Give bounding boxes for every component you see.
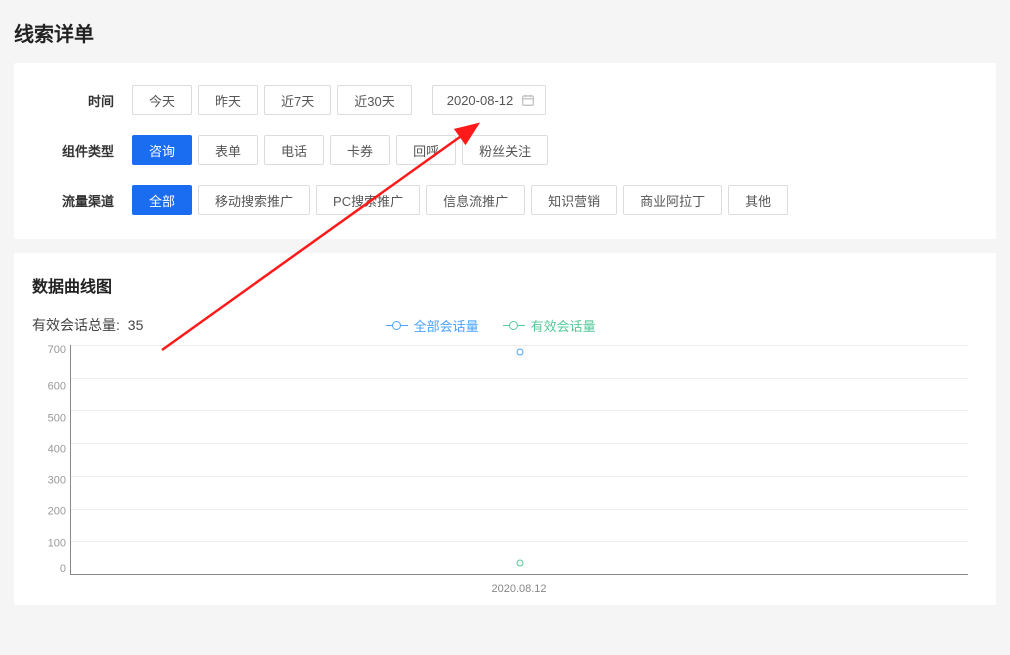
legend-label-all: 全部会话量 xyxy=(414,316,479,335)
summary-value: 35 xyxy=(128,317,144,333)
opt-time-yesterday[interactable]: 昨天 xyxy=(198,85,258,115)
chart-panel: 数据曲线图 有效会话总量: 35 全部会话量 有效会话量 70060050040… xyxy=(14,253,996,605)
chart-area: 7006005004003002001000 2020.08.12 xyxy=(70,345,968,595)
gridline xyxy=(71,378,968,379)
opt-ch-feed[interactable]: 信息流推广 xyxy=(426,185,525,215)
opt-comp-phone[interactable]: 电话 xyxy=(264,135,324,165)
opt-time-7d[interactable]: 近7天 xyxy=(264,85,331,115)
opt-ch-knowledge[interactable]: 知识营销 xyxy=(531,185,617,215)
opt-comp-card[interactable]: 卡券 xyxy=(330,135,390,165)
summary: 有效会话总量: 35 xyxy=(32,315,143,335)
legend-all[interactable]: 全部会话量 xyxy=(386,316,479,335)
filter-label-channel: 流量渠道 xyxy=(42,191,114,210)
gridline xyxy=(71,345,968,346)
y-tick: 200 xyxy=(32,507,66,518)
gridline xyxy=(71,541,968,542)
x-tick-0: 2020.08.12 xyxy=(491,583,546,595)
y-tick: 400 xyxy=(32,444,66,455)
y-tick: 500 xyxy=(32,413,66,424)
opt-ch-aladdin[interactable]: 商业阿拉丁 xyxy=(623,185,722,215)
calendar-icon xyxy=(521,93,535,107)
opt-comp-callback[interactable]: 回呼 xyxy=(396,135,456,165)
opt-time-30d[interactable]: 近30天 xyxy=(337,85,411,115)
filter-label-time: 时间 xyxy=(42,91,114,110)
y-axis: 700 600 500 400 300 200 100 0 xyxy=(32,345,66,575)
gridline xyxy=(71,476,968,477)
opt-ch-all[interactable]: 全部 xyxy=(132,185,192,215)
legend-label-valid: 有效会话量 xyxy=(531,316,596,335)
filter-row-channel: 流量渠道 全部 移动搜索推广 PC搜索推广 信息流推广 知识营销 商业阿拉丁 其… xyxy=(42,185,968,215)
data-point xyxy=(516,348,523,355)
opt-ch-mobile[interactable]: 移动搜索推广 xyxy=(198,185,310,215)
legend-marker-all xyxy=(386,320,408,330)
y-tick: 100 xyxy=(32,538,66,549)
legend-valid[interactable]: 有效会话量 xyxy=(503,316,596,335)
y-tick: 600 xyxy=(32,382,66,393)
y-tick: 0 xyxy=(32,564,66,575)
legend: 全部会话量 有效会话量 xyxy=(386,316,596,335)
date-picker[interactable]: 2020-08-12 xyxy=(432,85,547,115)
opt-ch-pc[interactable]: PC搜索推广 xyxy=(316,185,420,215)
filter-label-component: 组件类型 xyxy=(42,141,114,160)
summary-label: 有效会话总量: xyxy=(32,317,120,333)
legend-marker-valid xyxy=(503,320,525,330)
opt-comp-follow[interactable]: 粉丝关注 xyxy=(462,135,548,165)
gridline xyxy=(71,509,968,510)
opt-time-today[interactable]: 今天 xyxy=(132,85,192,115)
opt-comp-consult[interactable]: 咨询 xyxy=(132,135,192,165)
opt-comp-form[interactable]: 表单 xyxy=(198,135,258,165)
date-value: 2020-08-12 xyxy=(447,93,514,108)
opt-ch-other[interactable]: 其他 xyxy=(728,185,788,215)
chart-title: 数据曲线图 xyxy=(32,273,978,297)
data-point xyxy=(516,559,523,566)
filter-row-time: 时间 今天 昨天 近7天 近30天 2020-08-12 xyxy=(42,85,968,115)
y-tick: 300 xyxy=(32,476,66,487)
gridline xyxy=(71,410,968,411)
y-tick: 700 xyxy=(32,345,66,356)
page-title: 线索详单 xyxy=(14,18,996,47)
filter-row-component: 组件类型 咨询 表单 电话 卡券 回呼 粉丝关注 xyxy=(42,135,968,165)
gridline xyxy=(71,443,968,444)
plot xyxy=(70,345,968,575)
filters-panel: 时间 今天 昨天 近7天 近30天 2020-08-12 xyxy=(14,63,996,239)
